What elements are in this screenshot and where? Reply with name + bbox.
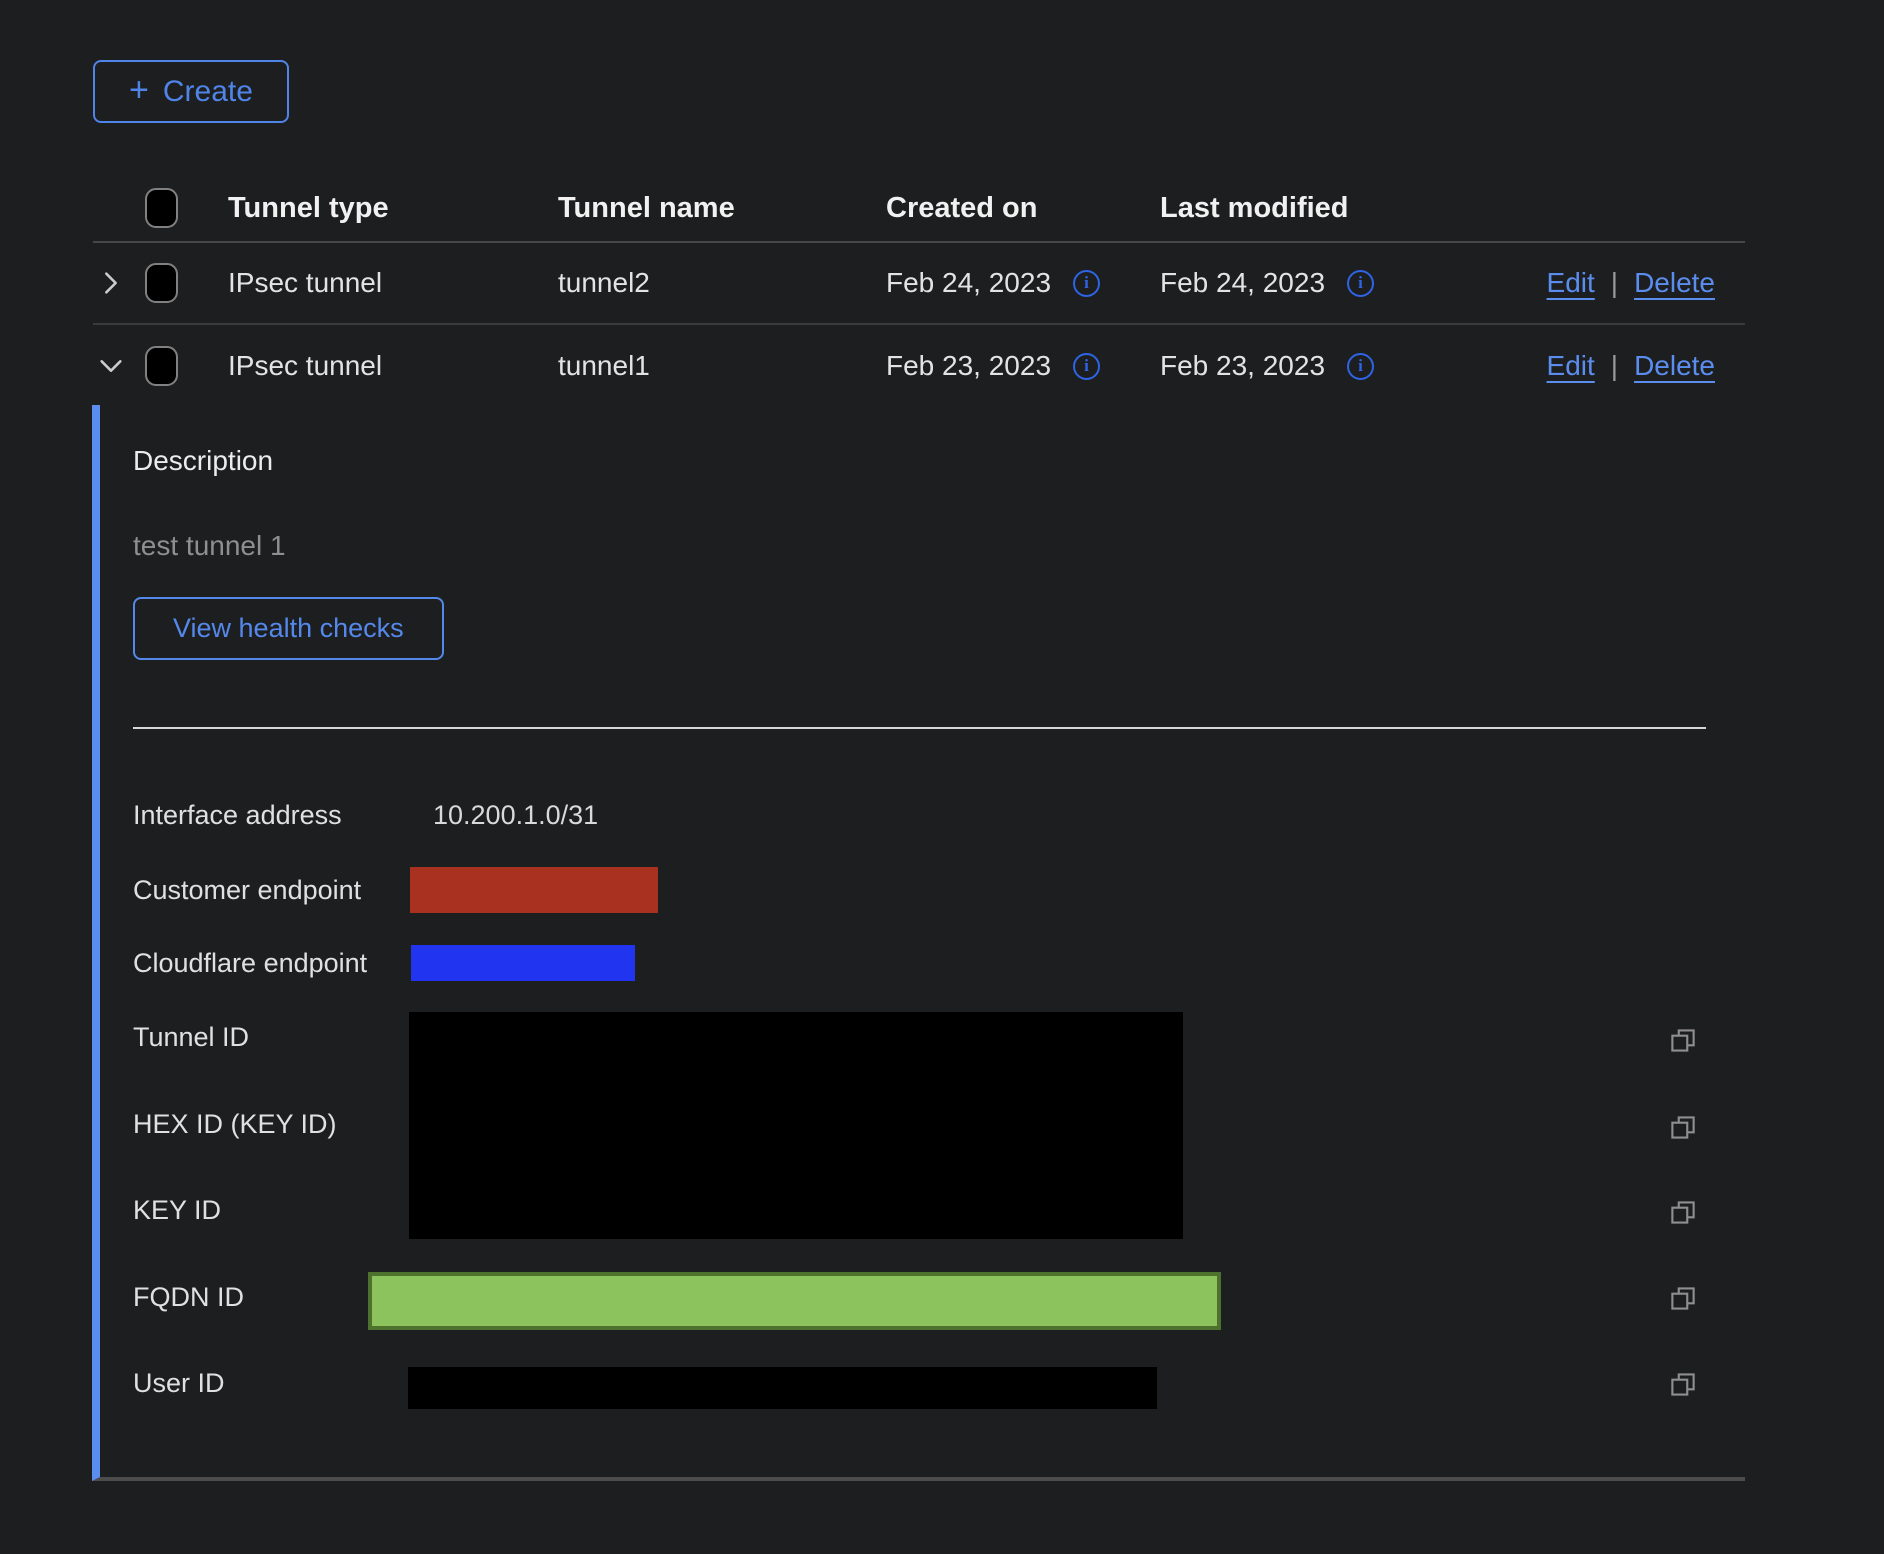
description-text: test tunnel 1	[133, 530, 286, 562]
column-header-tunnel-name: Tunnel name	[558, 192, 886, 225]
column-header-created-on: Created on	[886, 192, 1160, 225]
tunnel-type-cell: IPsec tunnel	[228, 267, 558, 299]
customer-endpoint-redaction	[410, 867, 658, 913]
user-id-label: User ID	[133, 1368, 225, 1399]
row-checkbox-tunnel1[interactable]	[145, 346, 178, 386]
tunnels-table: Tunnel type Tunnel name Created on Last …	[93, 175, 1745, 407]
copy-user-id-button[interactable]	[1663, 1365, 1703, 1405]
section-divider	[133, 727, 1706, 729]
copy-fqdn-id-button[interactable]	[1663, 1279, 1703, 1319]
interface-address-label: Interface address	[133, 800, 342, 831]
delete-link-tunnel2[interactable]: Delete	[1634, 267, 1715, 299]
table-header-row: Tunnel type Tunnel name Created on Last …	[93, 175, 1745, 243]
key-id-label: KEY ID	[133, 1195, 221, 1226]
table-row-tunnel2: IPsec tunnel tunnel2 Feb 24, 2023 i Feb …	[93, 243, 1745, 325]
tunnel-id-label: Tunnel ID	[133, 1022, 249, 1053]
tunnel-name-cell: tunnel2	[558, 267, 886, 299]
tunnel-name-cell: tunnel1	[558, 350, 886, 382]
info-glyph: i	[1084, 273, 1089, 293]
copy-tunnel-id-button[interactable]	[1663, 1021, 1703, 1061]
info-icon[interactable]: i	[1073, 353, 1100, 380]
fqdn-id-label: FQDN ID	[133, 1282, 244, 1313]
last-modified-value: Feb 24, 2023	[1160, 267, 1325, 299]
info-icon[interactable]: i	[1347, 353, 1374, 380]
chevron-right-icon[interactable]	[97, 269, 125, 297]
table-row-tunnel1: IPsec tunnel tunnel1 Feb 23, 2023 i Feb …	[93, 325, 1745, 407]
cloudflare-endpoint-redaction	[411, 945, 635, 981]
ipsec-tunnels-page: + Create Tunnel type Tunnel name Created…	[0, 0, 1884, 1554]
tunnel1-details-panel: Description test tunnel 1 View health ch…	[92, 405, 1745, 1481]
actions-separator: |	[1611, 267, 1618, 299]
view-health-checks-button[interactable]: View health checks	[133, 597, 444, 660]
customer-endpoint-label: Customer endpoint	[133, 875, 361, 906]
delete-link-tunnel1[interactable]: Delete	[1634, 350, 1715, 382]
info-glyph: i	[1084, 356, 1089, 376]
fqdn-id-redaction	[368, 1272, 1221, 1330]
edit-link-tunnel1[interactable]: Edit	[1547, 350, 1595, 382]
user-id-redaction	[408, 1367, 1157, 1409]
last-modified-value: Feb 23, 2023	[1160, 350, 1325, 382]
hex-id-label: HEX ID (KEY ID)	[133, 1109, 337, 1140]
row-checkbox-tunnel2[interactable]	[145, 263, 178, 303]
plus-icon: +	[129, 73, 149, 107]
ids-redaction-block	[409, 1012, 1183, 1239]
info-icon[interactable]: i	[1073, 270, 1100, 297]
column-header-tunnel-type: Tunnel type	[228, 192, 558, 225]
info-glyph: i	[1358, 356, 1363, 376]
select-all-checkbox[interactable]	[145, 188, 178, 228]
copy-key-id-button[interactable]	[1663, 1193, 1703, 1233]
chevron-down-icon[interactable]	[97, 352, 125, 380]
copy-hex-id-button[interactable]	[1663, 1108, 1703, 1148]
created-on-value: Feb 24, 2023	[886, 267, 1051, 299]
column-header-last-modified: Last modified	[1160, 192, 1535, 225]
create-button-label: Create	[163, 75, 253, 109]
interface-address-value: 10.200.1.0/31	[433, 800, 598, 831]
info-glyph: i	[1358, 273, 1363, 293]
create-button[interactable]: + Create	[93, 60, 289, 123]
description-heading: Description	[133, 445, 273, 477]
info-icon[interactable]: i	[1347, 270, 1374, 297]
created-on-value: Feb 23, 2023	[886, 350, 1051, 382]
edit-link-tunnel2[interactable]: Edit	[1547, 267, 1595, 299]
tunnel-type-cell: IPsec tunnel	[228, 350, 558, 382]
actions-separator: |	[1611, 350, 1618, 382]
cloudflare-endpoint-label: Cloudflare endpoint	[133, 948, 367, 979]
